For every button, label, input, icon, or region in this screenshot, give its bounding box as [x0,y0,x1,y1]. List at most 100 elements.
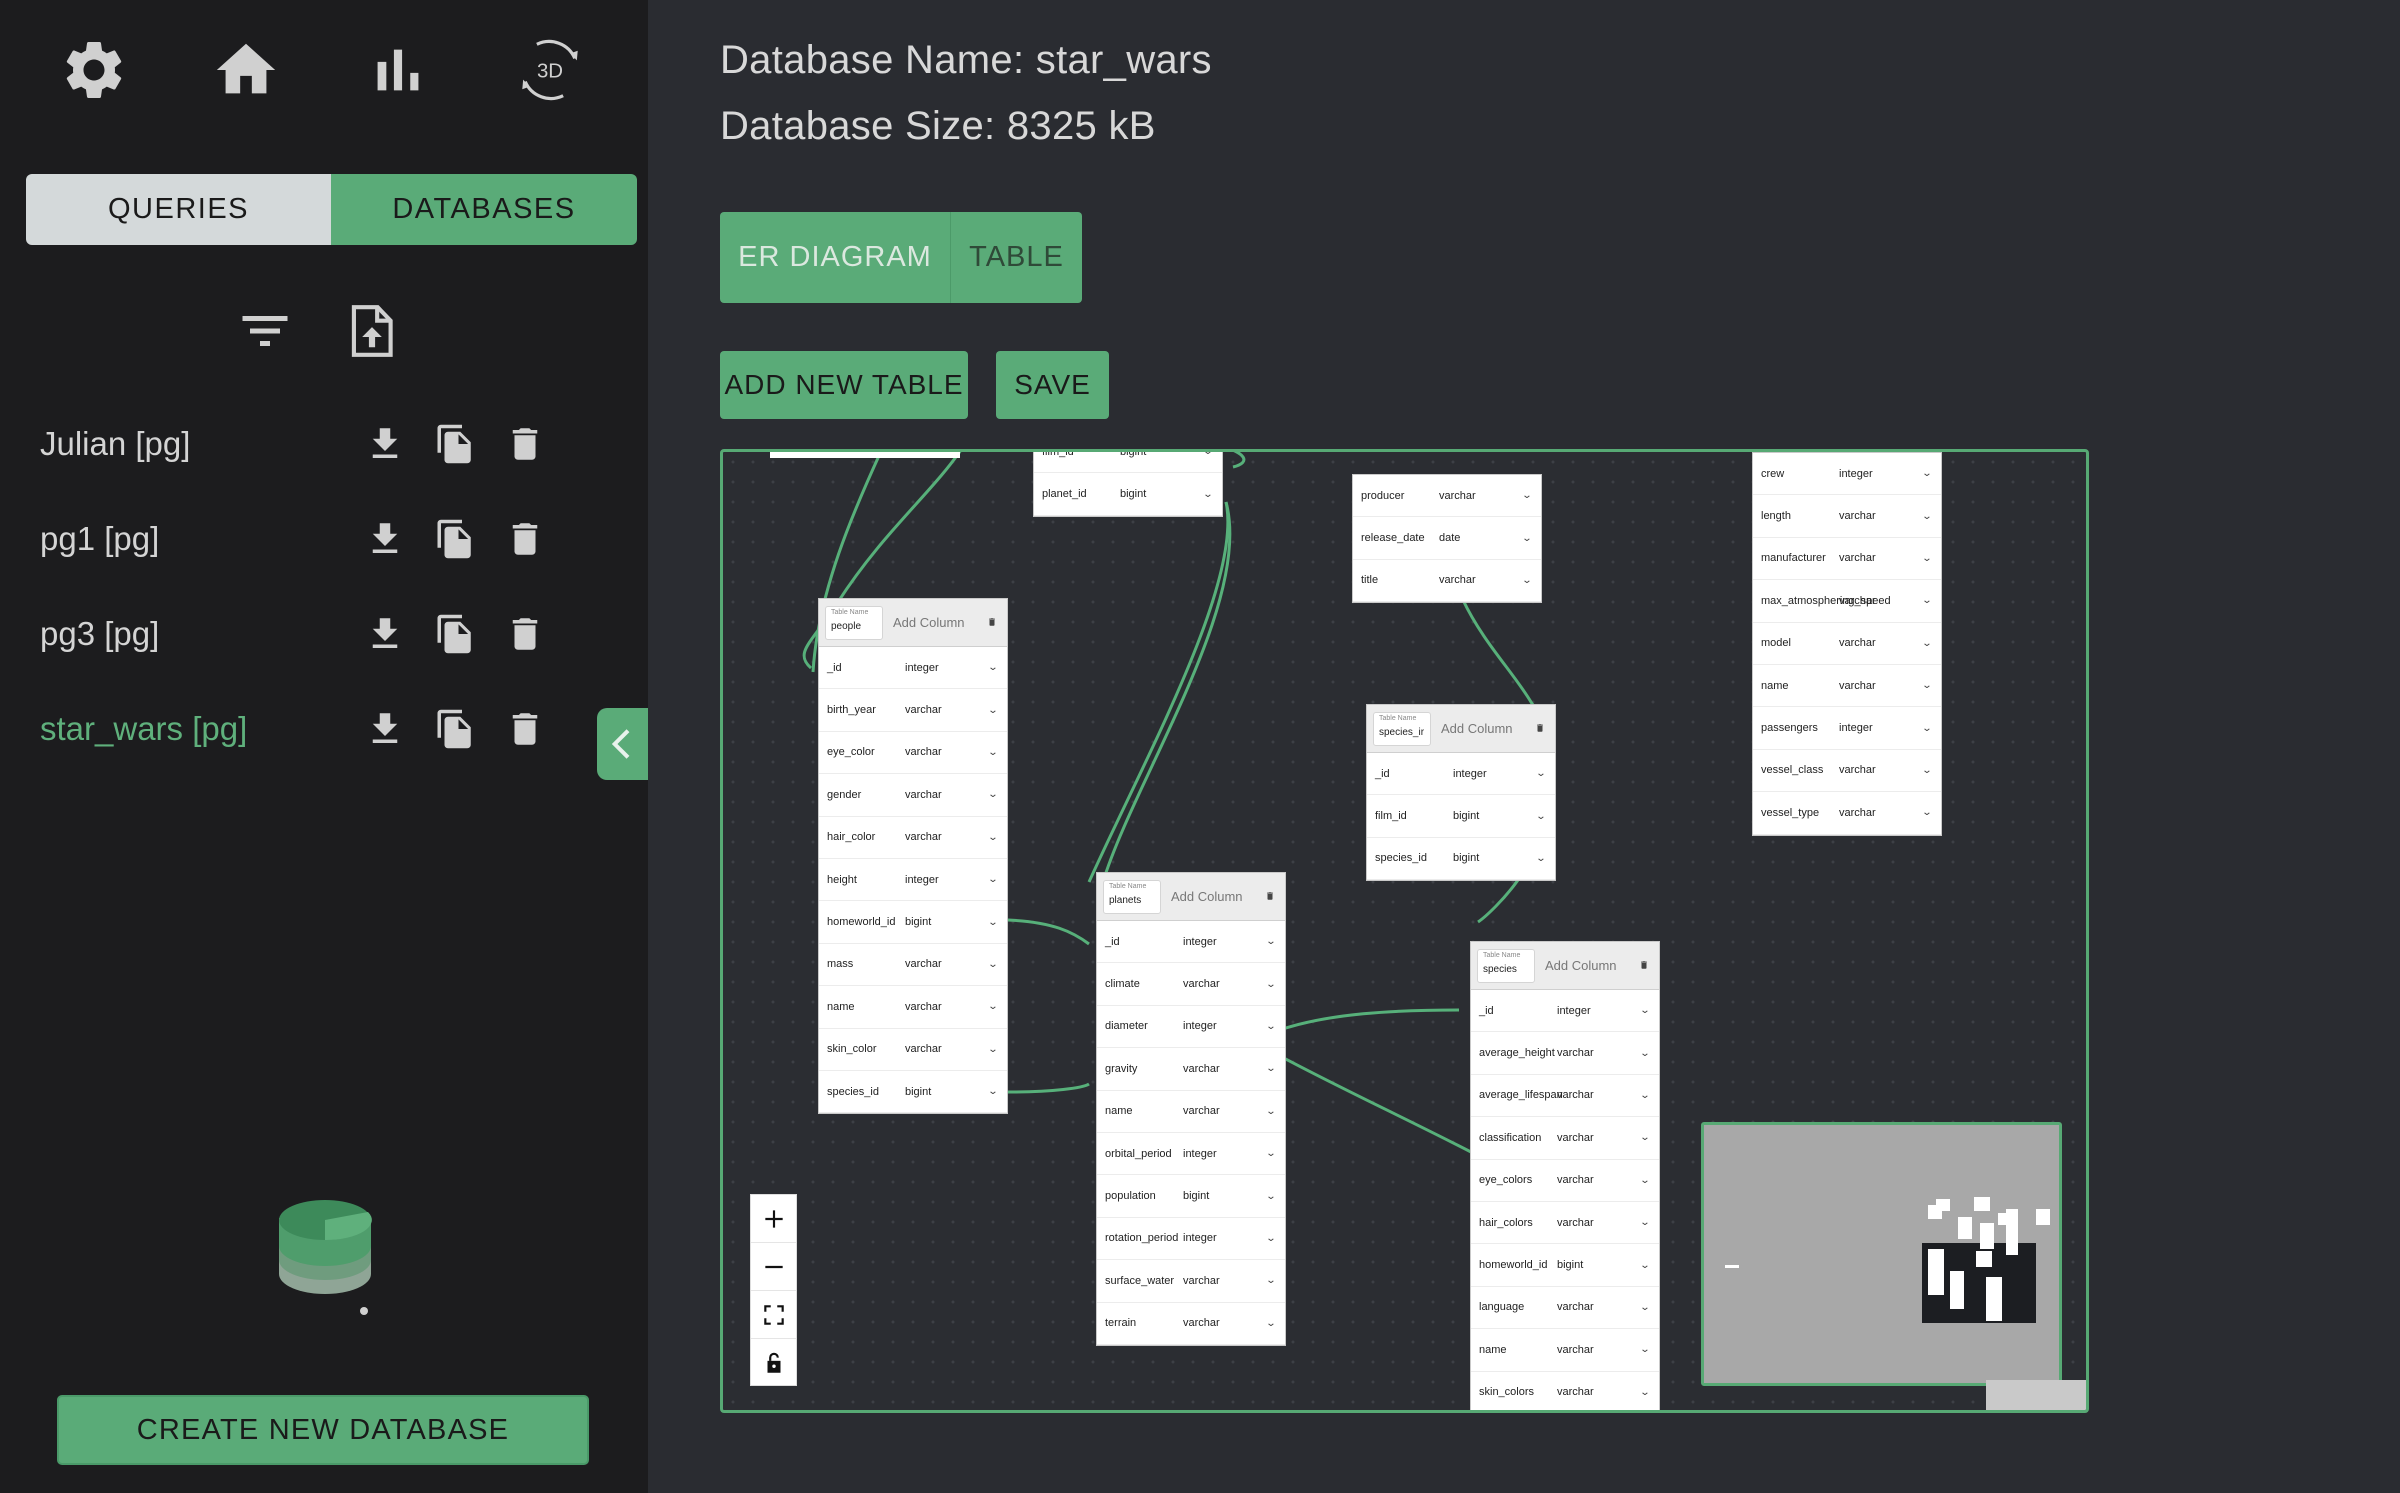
db-name[interactable]: pg1 [pg] [40,520,350,558]
column-name[interactable]: _id [1105,936,1183,948]
column-type-select[interactable]: integer [1183,1148,1267,1160]
delete-db-button[interactable] [490,699,560,759]
column-name[interactable]: terrain [1105,1317,1183,1329]
table-species[interactable]: speciesAdd Column_idinteger⌄average_heig… [1470,941,1660,1410]
delete-table-icon[interactable] [987,616,997,628]
column-name[interactable]: name [827,1001,905,1013]
chevron-down-icon[interactable]: ⌄ [1266,1191,1279,1202]
column-type-select[interactable]: integer [1183,936,1267,948]
column-name[interactable]: _id [1479,1005,1557,1017]
copy-db-button[interactable] [420,699,490,759]
table-starships[interactable]: Add Columncrewinteger⌄lengthvarchar⌄manu… [1752,452,1942,836]
column-type-select[interactable]: varchar [1557,1132,1641,1144]
download-db-button[interactable] [350,414,420,474]
column-type-select[interactable]: bigint [905,916,989,928]
column-type-select[interactable]: varchar [1557,1047,1641,1059]
column-type-select[interactable]: bigint [1183,1190,1267,1202]
chevron-down-icon[interactable]: ⌄ [1536,853,1549,864]
column-type-select[interactable]: varchar [905,1001,989,1013]
tab-table[interactable]: TABLE [950,212,1082,303]
home-nav[interactable] [206,30,286,110]
chevron-down-icon[interactable]: ⌄ [1922,638,1935,649]
column-name[interactable]: hair_color [827,831,905,843]
zoom-in-button[interactable] [751,1195,796,1243]
chevron-down-icon[interactable]: ⌄ [1536,768,1549,779]
chevron-down-icon[interactable]: ⌄ [1266,1106,1279,1117]
table-films-planets[interactable]: Add Columnfilm_idbigint⌄planet_idbigint⌄ [1033,452,1223,517]
column-name[interactable]: length [1761,510,1839,522]
chevron-down-icon[interactable]: ⌄ [988,1001,1001,1012]
chevron-down-icon[interactable]: ⌄ [1922,680,1935,691]
column-type-select[interactable]: varchar [1839,680,1923,692]
column-type-select[interactable]: varchar [905,958,989,970]
column-type-select[interactable]: varchar [1439,490,1523,502]
column-name[interactable]: max_atmosphering_speed [1761,595,1891,607]
chevron-down-icon[interactable]: ⌄ [988,959,1001,970]
column-type-select[interactable]: varchar [905,746,989,758]
db-name[interactable]: pg3 [pg] [40,615,350,653]
db-name[interactable]: Julian [pg] [40,425,350,463]
column-name[interactable]: hair_colors [1479,1217,1557,1229]
chevron-down-icon[interactable]: ⌄ [1522,533,1535,544]
column-type-select[interactable]: date [1439,532,1523,544]
chevron-down-icon[interactable]: ⌄ [1266,1021,1279,1032]
chevron-down-icon[interactable]: ⌄ [988,747,1001,758]
add-column-button[interactable]: Add Column [893,615,965,630]
column-type-select[interactable]: varchar [1557,1344,1641,1356]
delete-db-button[interactable] [490,414,560,474]
chevron-down-icon[interactable]: ⌄ [1266,936,1279,947]
download-db-button[interactable] [350,699,420,759]
chevron-down-icon[interactable]: ⌄ [1640,1302,1653,1313]
column-name[interactable]: planet_id [1042,488,1120,500]
chevron-down-icon[interactable]: ⌄ [1266,1148,1279,1159]
column-name[interactable]: _id [827,662,905,674]
column-name[interactable]: rotation_period [1105,1232,1183,1244]
chevron-down-icon[interactable]: ⌄ [1922,595,1935,606]
table-name-input[interactable]: people [825,605,883,640]
column-type-select[interactable]: integer [1183,1232,1267,1244]
column-type-select[interactable]: varchar [1557,1174,1641,1186]
db-name[interactable]: star_wars [pg] [40,710,350,748]
chevron-down-icon[interactable]: ⌄ [988,662,1001,673]
column-name[interactable]: average_height [1479,1047,1557,1059]
column-name[interactable]: skin_colors [1479,1386,1557,1398]
column-type-select[interactable]: varchar [1839,637,1923,649]
column-type-select[interactable]: varchar [1183,1317,1267,1329]
column-type-select[interactable]: varchar [1839,552,1923,564]
column-type-select[interactable]: varchar [1439,574,1523,586]
chevron-down-icon[interactable]: ⌄ [1640,1090,1653,1101]
column-name[interactable]: diameter [1105,1020,1183,1032]
column-name[interactable]: producer [1361,490,1439,502]
column-name[interactable]: vessel_class [1761,764,1839,776]
column-name[interactable]: name [1761,680,1839,692]
column-name[interactable]: gender [827,789,905,801]
column-name[interactable]: skin_color [827,1043,905,1055]
column-type-select[interactable]: integer [1453,768,1537,780]
column-type-select[interactable]: varchar [905,704,989,716]
table-species-in-films[interactable]: species_irAdd Column_idinteger⌄film_idbi… [1366,704,1556,882]
add-column-button[interactable]: Add Column [1171,889,1243,904]
chevron-down-icon[interactable]: ⌄ [1203,489,1216,500]
chevron-down-icon[interactable]: ⌄ [1640,1344,1653,1355]
column-type-select[interactable]: bigint [1557,1259,1641,1271]
column-type-select[interactable]: bigint [905,1086,989,1098]
chevron-down-icon[interactable]: ⌄ [1640,1260,1653,1271]
chevron-down-icon[interactable]: ⌄ [1203,452,1216,457]
column-type-select[interactable]: integer [905,662,989,674]
column-type-select[interactable]: varchar [1183,1063,1267,1075]
column-name[interactable]: title [1361,574,1439,586]
column-type-select[interactable]: varchar [1557,1301,1641,1313]
column-name[interactable]: language [1479,1301,1557,1313]
chevron-down-icon[interactable]: ⌄ [1640,1132,1653,1143]
tab-databases[interactable]: DATABASES [331,174,637,245]
fit-view-button[interactable] [751,1291,796,1339]
column-type-select[interactable]: bigint [1120,452,1204,458]
chevron-down-icon[interactable]: ⌄ [1640,1005,1653,1016]
column-type-select[interactable]: integer [1183,1020,1267,1032]
column-type-select[interactable]: varchar [1839,807,1923,819]
column-type-select[interactable]: varchar [1183,978,1267,990]
column-name[interactable]: name [1479,1344,1557,1356]
collapse-sidebar-button[interactable] [597,708,648,780]
column-name[interactable]: film_id [1375,810,1453,822]
column-type-select[interactable]: varchar [1557,1217,1641,1229]
